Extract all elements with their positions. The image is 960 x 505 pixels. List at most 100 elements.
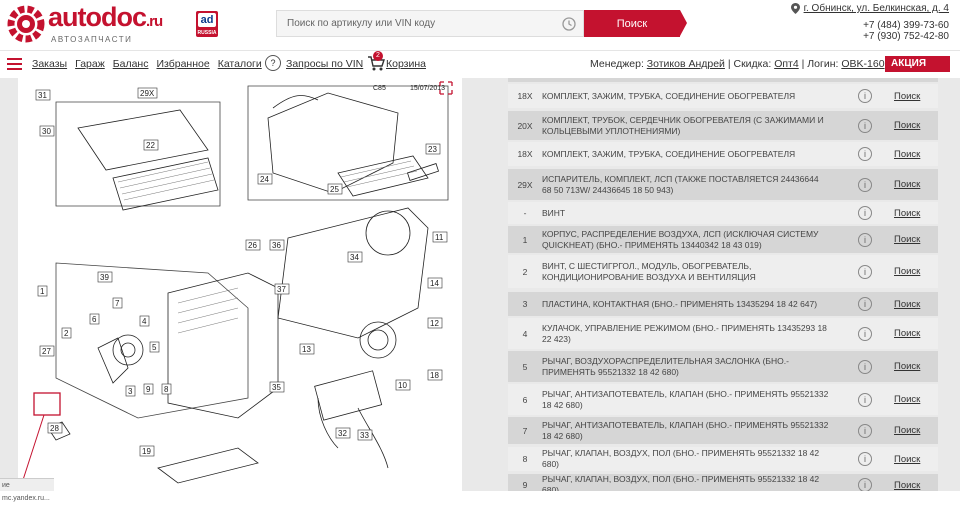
callout-label[interactable]: 31 <box>38 91 47 100</box>
search-input[interactable] <box>277 11 547 36</box>
phone-2[interactable]: +7 (930) 752-42-80 <box>863 31 949 42</box>
nav-orders[interactable]: Заказы <box>32 58 67 70</box>
find-link[interactable]: Поиск <box>894 299 920 310</box>
table-row: 18X КОМПЛЕКТ, ЗАЖИМ, ТРУБКА, СОЕДИНЕНИЕ О… <box>508 84 938 108</box>
diagram-code: C85 <box>373 85 386 92</box>
table-row: 4 КУЛАЧОК, УПРАВЛЕНИЕ РЕЖИМОМ (БНО.- ПРИМ… <box>508 318 938 349</box>
discount-value[interactable]: Опт4 <box>774 58 799 70</box>
nav-garage[interactable]: Гараж <box>75 58 105 70</box>
find-link[interactable]: Поиск <box>894 480 920 491</box>
part-description: РЫЧАГ, ВОЗДУХОРАСПРЕДЕЛИТЕЛЬНАЯ ЗАСЛОНКА… <box>542 355 789 377</box>
table-row: - ВИНТ i Поиск <box>508 202 938 224</box>
nav-balance[interactable]: Баланс <box>113 58 149 70</box>
callout-label[interactable]: 28 <box>50 424 59 433</box>
find-link[interactable]: Поиск <box>894 208 920 219</box>
nav-favorites[interactable]: Избранное <box>156 58 209 70</box>
callout-label[interactable]: 10 <box>398 381 407 390</box>
info-icon[interactable]: i <box>858 326 872 341</box>
callout-label[interactable]: 39 <box>100 273 109 282</box>
callout-label[interactable]: 36 <box>272 241 281 250</box>
part-qty: 7 <box>522 425 528 436</box>
parts-diagram[interactable]: C85 15/07/2013 31 29X 30 22 24 25 23 26 36 11 39 34… <box>18 78 462 491</box>
callout-label[interactable]: 24 <box>260 175 269 184</box>
find-link[interactable]: Поиск <box>894 120 920 131</box>
info-icon[interactable]: i <box>858 478 872 491</box>
search-button[interactable]: Поиск <box>584 10 687 37</box>
info-icon[interactable]: i <box>858 264 872 279</box>
find-link[interactable]: Поиск <box>894 234 920 245</box>
callout-label[interactable]: 37 <box>277 285 286 294</box>
find-link[interactable]: Поиск <box>894 149 920 160</box>
part-qty: 6 <box>522 394 528 405</box>
info-icon[interactable]: i <box>858 177 872 192</box>
callout-label[interactable]: 13 <box>302 345 311 354</box>
info-icon[interactable]: i <box>858 206 872 220</box>
part-description: РЫЧАГ, КЛАПАН, ВОЗДУХ, ПОЛ (БНО.- ПРИМЕН… <box>542 474 820 491</box>
callout-label[interactable]: 25 <box>330 185 339 194</box>
info-icon[interactable]: i <box>858 423 872 438</box>
autodoc-logo[interactable]: autodoc.ru АВТОЗАПЧАСТИ <box>6 4 163 44</box>
callout-label[interactable]: 6 <box>92 315 97 324</box>
callout-label[interactable]: 34 <box>350 253 359 262</box>
find-link[interactable]: Поиск <box>894 394 920 405</box>
table-row: 6 РЫЧАГ, АНТИЗАПОТЕВАТЕЛЬ, КЛАПАН (БНО.- … <box>508 384 938 415</box>
callout-label[interactable]: 23 <box>428 145 437 154</box>
callout-label[interactable]: 12 <box>430 319 439 328</box>
info-icon[interactable]: i <box>858 297 872 311</box>
table-row: 18X КОМПЛЕКТ, ЗАЖИМ, ТРУБКА, СОЕДИНЕНИЕ О… <box>508 142 938 166</box>
part-qty: 20X <box>517 120 533 131</box>
info-icon[interactable]: i <box>858 232 872 247</box>
nav-vin-requests[interactable]: Запросы по VIN <box>286 58 363 70</box>
promo-button[interactable]: АКЦИЯ <box>885 56 950 72</box>
help-icon[interactable]: ? <box>265 55 281 71</box>
callout-label[interactable]: 9 <box>146 385 151 394</box>
part-qty: 29X <box>517 179 533 190</box>
find-link[interactable]: Поиск <box>894 179 920 190</box>
info-icon[interactable]: i <box>858 359 872 374</box>
find-link[interactable]: Поиск <box>894 266 920 277</box>
callout-label[interactable]: 1 <box>40 287 45 296</box>
login-value[interactable]: OBK-160 <box>841 58 884 70</box>
info-icon[interactable]: i <box>858 147 872 161</box>
callout-label[interactable]: 5 <box>152 343 157 352</box>
callout-label[interactable]: 11 <box>435 233 444 242</box>
nav-catalogs[interactable]: Каталоги <box>218 58 262 70</box>
store-address: г. Обнинск, ул. Белкинская, д. 4 <box>790 3 949 14</box>
cart-count-badge: 2 <box>373 51 383 61</box>
manager-name[interactable]: Зотиков Андрей <box>647 58 725 70</box>
callout-label[interactable]: 30 <box>42 127 51 136</box>
find-link[interactable]: Поиск <box>894 91 920 102</box>
address-link[interactable]: г. Обнинск, ул. Белкинская, д. 4 <box>804 3 949 14</box>
callout-label[interactable]: 29X <box>140 89 155 98</box>
info-icon[interactable]: i <box>858 89 872 103</box>
phone-1[interactable]: +7 (484) 399-73-60 <box>863 20 949 31</box>
history-icon[interactable] <box>561 16 577 32</box>
find-link[interactable]: Поиск <box>894 425 920 436</box>
callout-label[interactable]: 8 <box>164 385 169 394</box>
callout-label[interactable]: 18 <box>430 371 439 380</box>
callout-label[interactable]: 2 <box>64 329 69 338</box>
callout-label[interactable]: 26 <box>248 241 257 250</box>
callout-label[interactable]: 4 <box>142 317 147 326</box>
callout-label[interactable]: 14 <box>430 279 439 288</box>
callout-label[interactable]: 33 <box>360 431 369 440</box>
find-link[interactable]: Поиск <box>894 361 920 372</box>
find-link[interactable]: Поиск <box>894 454 920 465</box>
info-icon[interactable]: i <box>858 118 872 133</box>
menu-icon[interactable] <box>7 58 22 71</box>
callout-label[interactable]: 32 <box>338 429 347 438</box>
callout-label[interactable]: 27 <box>42 347 51 356</box>
part-description: КОМПЛЕКТ, ТРУБОК, СЕРДЕЧНИК ОБОГРЕВАТЕЛЯ… <box>542 114 824 136</box>
info-icon[interactable]: i <box>858 392 872 407</box>
nav-cart[interactable]: Корзина <box>386 58 426 70</box>
callout-label[interactable]: 22 <box>146 141 155 150</box>
part-description: КОМПЛЕКТ, ЗАЖИМ, ТРУБКА, СОЕДИНЕНИЕ ОБОГ… <box>542 90 796 101</box>
info-icon[interactable]: i <box>858 452 872 466</box>
part-qty: 18X <box>517 149 533 159</box>
callout-label[interactable]: 3 <box>128 387 133 396</box>
part-description: КУЛАЧОК, УПРАВЛЕНИЕ РЕЖИМОМ (БНО.- ПРИМЕ… <box>542 322 827 344</box>
callout-label[interactable]: 19 <box>142 447 151 456</box>
callout-label[interactable]: 7 <box>115 299 120 308</box>
callout-label[interactable]: 35 <box>272 383 281 392</box>
find-link[interactable]: Поиск <box>894 328 920 339</box>
